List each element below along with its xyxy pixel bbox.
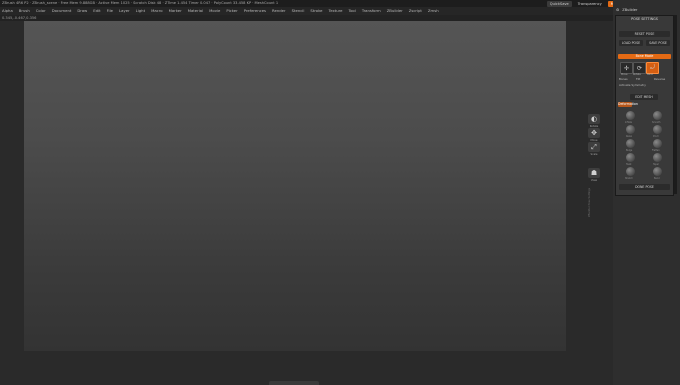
inflate-label: Inflate [625, 121, 632, 124]
done-pose-button[interactable]: DONE POSE [619, 184, 670, 190]
bend-bone-label: Bend [647, 73, 654, 76]
transparency-toggle[interactable]: Transparency [575, 1, 605, 7]
menu-item[interactable]: Picker [226, 7, 237, 15]
quicksave-button[interactable]: QuickSave [546, 0, 572, 7]
menu-item[interactable]: Macro [151, 7, 163, 15]
pose-settings-box: POSE SETTINGS RESET POSE LOAD POSE SAVE … [615, 15, 674, 196]
window-title: ZBrush 4R6 P2 · ZBrush_scene · Free Mem … [2, 1, 279, 5]
bone-mode-bar[interactable]: Bone Mode [618, 54, 671, 59]
menu-item[interactable]: Texture [329, 7, 343, 15]
pinch-ball-icon[interactable] [653, 125, 662, 134]
view-icon[interactable]: ☗ [588, 168, 600, 178]
bottom-tray-handle[interactable] [269, 381, 319, 385]
vertical-label-text: ZBuilder Pose Settings [588, 187, 592, 218]
tilt-toggle[interactable]: Tilt [636, 77, 640, 81]
rotate-bone-label: Rotate [633, 73, 641, 76]
bend-ball-icon[interactable] [653, 167, 662, 176]
menu-item[interactable]: Tool [348, 7, 355, 15]
scale-label: Scale [590, 153, 598, 156]
smooth-label: Smooth [652, 121, 661, 124]
menu-item[interactable]: Color [36, 7, 46, 15]
move-icon[interactable]: ✥ [588, 128, 600, 138]
inflate-ball-icon[interactable] [626, 111, 635, 120]
canvas-background [24, 21, 566, 351]
menu-item[interactable]: Draw [77, 7, 87, 15]
viewport[interactable] [24, 21, 566, 351]
load-pose-button[interactable]: LOAD POSE [619, 40, 643, 46]
bend-label: Bend [654, 177, 660, 180]
taper-ball-icon[interactable] [653, 153, 662, 162]
pinch-label: Pinch [653, 135, 659, 138]
menu-item[interactable]: Stroke [310, 7, 322, 15]
stretch-ball-icon[interactable] [626, 167, 635, 176]
left-shelf [0, 21, 24, 385]
menu-item[interactable]: Zscript [409, 7, 422, 15]
twist-ball-icon[interactable] [626, 153, 635, 162]
flatten-ball-icon[interactable] [653, 139, 662, 148]
edit-mesh-button[interactable]: EDIT MESH [630, 94, 658, 100]
menu-item[interactable]: Edit [93, 7, 100, 15]
menu-item[interactable]: Preferences [244, 7, 266, 15]
section-title: POSE SETTINGS [631, 17, 658, 21]
flatten-label: Flatten [652, 149, 660, 152]
menu-item[interactable]: Stencil [292, 7, 305, 15]
reset-pose-button[interactable]: RESET POSE [619, 31, 670, 37]
menu-item[interactable]: Document [52, 7, 72, 15]
vertical-label: ZBuilder Pose Settings [588, 171, 609, 241]
scale-icon[interactable]: ⤢ [588, 142, 600, 152]
rotate-icon[interactable]: ◐ [588, 114, 600, 124]
menu-item[interactable]: Light [136, 7, 145, 15]
save-pose-button[interactable]: SAVE POSE [646, 40, 670, 46]
menu-item[interactable]: Alpha [2, 7, 13, 15]
menu-item[interactable]: Movie [209, 7, 220, 15]
deformation-tab[interactable]: Deformation [618, 102, 638, 107]
symmetry-toggle[interactable]: Activate Symmetry [619, 83, 646, 87]
panel-header-title: ZBuilder [622, 8, 638, 12]
relax-ball-icon[interactable] [626, 125, 635, 134]
bulge-ball-icon[interactable] [626, 139, 635, 148]
bottom-shelf [24, 351, 566, 385]
menu-item[interactable]: Marker [169, 7, 182, 15]
menu-item[interactable]: Brush [19, 7, 30, 15]
stretch-label: Stretch [625, 177, 633, 180]
zbuilder-panel: ⚙ ZBuilder POSE SETTINGS RESET POSE LOAD … [613, 0, 680, 385]
taper-label: Taper [653, 163, 659, 166]
bulge-label: Bulge [626, 149, 633, 152]
main-menu-bar: Alpha Brush Color Document Draw Edit Fil… [0, 7, 680, 15]
smooth-ball-icon[interactable] [653, 111, 662, 120]
menu-item[interactable]: Render [272, 7, 286, 15]
gear-icon[interactable]: ⚙ [616, 7, 619, 13]
bones-toggle[interactable]: Bones [619, 77, 628, 81]
menu-item[interactable]: Material [188, 7, 203, 15]
right-shelf: ◐ Rotate ✥ Move ⤢ Scale ☗ View ZBuilder … [566, 21, 613, 385]
panel-header: ⚙ ZBuilder [613, 7, 680, 13]
panel-scrollbar[interactable] [674, 15, 677, 194]
view-label: View [590, 179, 598, 182]
reverse-toggle[interactable]: Reverse [654, 77, 665, 81]
relax-label: Relax [626, 135, 633, 138]
menu-item[interactable]: Transform [362, 7, 381, 15]
menu-item[interactable]: File [107, 7, 113, 15]
twist-label: Twist [626, 163, 632, 166]
menu-item[interactable]: Layer [119, 7, 130, 15]
menu-item[interactable]: Zmsh [428, 7, 439, 15]
title-bar: ZBrush 4R6 P2 · ZBrush_scene · Free Mem … [0, 0, 680, 7]
menu-item[interactable]: ZBuilder [387, 7, 403, 15]
move-bone-label: Move [621, 73, 628, 76]
